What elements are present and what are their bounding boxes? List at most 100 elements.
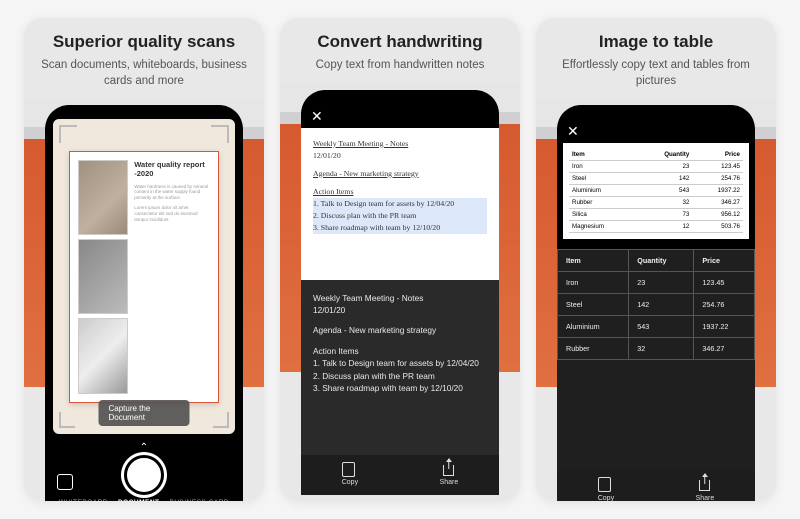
- panel-subtitle: Copy text from handwritten notes: [292, 58, 508, 74]
- share-label: Share: [696, 495, 715, 501]
- converted-text[interactable]: Weekly Team Meeting - Notes 12/01/20 Age…: [301, 280, 499, 455]
- conv-line: Action Items: [313, 345, 487, 357]
- panel-title: Superior quality scans: [36, 32, 252, 52]
- panel-header: Image to table Effortlessly copy text an…: [536, 18, 776, 99]
- camera-controls: ⌃ WHITEBOARD DOCUMENT BUSINESS CARD: [45, 440, 243, 501]
- table-row: Magnesium12503.76: [569, 221, 743, 233]
- share-button[interactable]: Share: [696, 479, 715, 501]
- cell: 956.12: [692, 209, 743, 221]
- col-header: Quantity: [637, 149, 693, 161]
- capture-modes[interactable]: WHITEBOARD DOCUMENT BUSINESS CARD: [45, 499, 243, 501]
- cell: 32: [637, 197, 693, 209]
- cell: Aluminium: [569, 185, 637, 197]
- doc-body: Lorem ipsum dolor sit amet consectetur e…: [134, 205, 209, 223]
- hw-line: Action Items: [313, 186, 487, 198]
- panel-scans: Superior quality scans Scan documents, w…: [24, 18, 264, 501]
- cell: 503.76: [692, 221, 743, 233]
- close-icon[interactable]: ✕: [567, 123, 579, 140]
- mode-document[interactable]: DOCUMENT: [118, 499, 160, 501]
- copy-button[interactable]: Copy: [598, 479, 614, 501]
- hw-line: 2. Discuss plan with the PR team: [313, 210, 487, 222]
- cell: 254.76: [694, 294, 755, 316]
- copy-button[interactable]: Copy: [342, 463, 358, 486]
- table-row: Silica73956.12: [569, 209, 743, 221]
- cell: 123.45: [692, 161, 743, 173]
- cell: 23: [637, 161, 693, 173]
- doc-heading: Water quality report -2020: [134, 160, 209, 178]
- cell: 73: [637, 209, 693, 221]
- conv-line: Weekly Team Meeting - Notes: [313, 292, 487, 304]
- gallery-icon[interactable]: [57, 474, 73, 490]
- table-row: Iron23123.45: [569, 161, 743, 173]
- hw-line: 12/01/20: [313, 150, 487, 162]
- phone-frame: ✕ Weekly Team Meeting - Notes 12/01/20 A…: [301, 90, 499, 495]
- panel-handwriting: Convert handwriting Copy text from handw…: [280, 18, 520, 501]
- mode-whiteboard[interactable]: WHITEBOARD: [59, 499, 108, 501]
- copy-icon: [599, 479, 613, 493]
- cell: 543: [629, 316, 694, 338]
- cell: Silica: [569, 209, 637, 221]
- table-row: Rubber32346.27: [569, 197, 743, 209]
- action-bar: Copy Share: [557, 470, 755, 501]
- phone-frame: ✕ Item Quantity Price Iron23123.45Steel1…: [557, 105, 755, 501]
- hw-line: Weekly Team Meeting - Notes: [313, 138, 487, 150]
- phone-notch: [614, 105, 698, 119]
- phone-frame: Water quality report -2020 Water hardnes…: [45, 105, 243, 501]
- conv-line: 12/01/20: [313, 304, 487, 316]
- cell: 142: [637, 173, 693, 185]
- col-header: Item: [558, 250, 629, 272]
- share-button[interactable]: Share: [440, 463, 459, 486]
- conv-line: 2. Discuss plan with the PR team: [313, 370, 487, 382]
- conv-line: 1. Talk to Design team for assets by 12/…: [313, 357, 487, 369]
- cell: 123.45: [694, 272, 755, 294]
- copy-icon: [343, 463, 357, 477]
- panel-table: Image to table Effortlessly copy text an…: [536, 18, 776, 501]
- doc-body: Water hardness is caused by mineral cont…: [134, 184, 209, 202]
- source-table-image[interactable]: Item Quantity Price Iron23123.45Steel142…: [563, 143, 749, 239]
- panel-subtitle: Effortlessly copy text and tables from p…: [548, 58, 764, 89]
- table-row: Aluminium5431937.22: [569, 185, 743, 197]
- cell: 254.76: [692, 173, 743, 185]
- hw-line: Agenda - New marketing strategy: [313, 168, 487, 180]
- cell: 1937.22: [692, 185, 743, 197]
- capture-hint: Capture the Document: [99, 400, 190, 426]
- phone-notch: [102, 105, 186, 119]
- cell: Steel: [569, 173, 637, 185]
- col-header: Item: [569, 149, 637, 161]
- hw-line: 1. Talk to Design team for assets by 12/…: [313, 198, 487, 210]
- hw-line: 3. Share roadmap with team by 12/10/20: [313, 222, 487, 234]
- copy-label: Copy: [342, 479, 358, 486]
- source-table: Item Quantity Price Iron23123.45Steel142…: [569, 149, 743, 233]
- chevron-up-icon[interactable]: ⌃: [140, 442, 148, 453]
- panel-bg: ✕ Weekly Team Meeting - Notes 12/01/20 A…: [280, 84, 520, 501]
- conv-line: Agenda - New marketing strategy: [313, 324, 487, 336]
- table-row: Steel142254.76: [569, 173, 743, 185]
- scanned-document: Water quality report -2020 Water hardnes…: [69, 151, 218, 403]
- converted-table[interactable]: Item Quantity Price Iron23123.45Steel142…: [557, 249, 755, 470]
- panel-header: Convert handwriting Copy text from handw…: [280, 18, 520, 84]
- panel-bg: Water quality report -2020 Water hardnes…: [24, 99, 264, 501]
- scan-viewport[interactable]: Water quality report -2020 Water hardnes…: [53, 119, 235, 434]
- action-bar: Copy Share: [301, 455, 499, 495]
- table-row: Aluminium5431937.22: [558, 316, 755, 338]
- cell: 32: [629, 338, 694, 360]
- panel-subtitle: Scan documents, whiteboards, business ca…: [36, 58, 252, 89]
- panel-header: Superior quality scans Scan documents, w…: [24, 18, 264, 99]
- cell: 543: [637, 185, 693, 197]
- copy-label: Copy: [598, 495, 614, 501]
- col-header: Price: [694, 250, 755, 272]
- table-row: Rubber32346.27: [558, 338, 755, 360]
- cell: 12: [637, 221, 693, 233]
- close-icon[interactable]: ✕: [311, 108, 323, 125]
- cell: 346.27: [692, 197, 743, 209]
- mode-business[interactable]: BUSINESS CARD: [170, 499, 230, 501]
- cell: Rubber: [558, 338, 629, 360]
- handwriting-image[interactable]: Weekly Team Meeting - Notes 12/01/20 Age…: [301, 128, 499, 280]
- cell: Rubber: [569, 197, 637, 209]
- cell: 1937.22: [694, 316, 755, 338]
- doc-text-block: Water quality report -2020 Water hardnes…: [134, 160, 209, 394]
- cell: 346.27: [694, 338, 755, 360]
- shutter-button[interactable]: [124, 455, 164, 495]
- cell: Iron: [558, 272, 629, 294]
- phone-notch: [358, 90, 442, 104]
